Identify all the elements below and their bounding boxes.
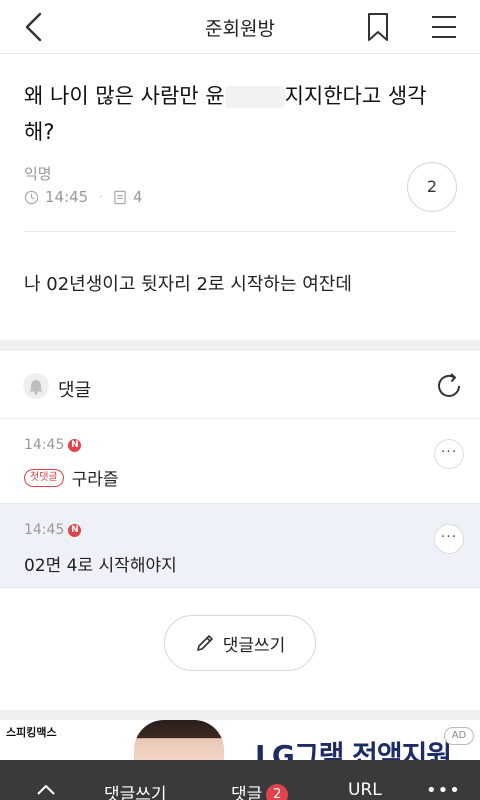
post-meta: 14:45 · 4 xyxy=(24,188,143,206)
comment-text: 02면 4로 시작해야지 xyxy=(24,556,177,576)
post-title-part1: 왜 나이 많은 사람만 윤 xyxy=(24,84,225,108)
first-comment-badge: 첫댓글 xyxy=(24,468,64,487)
more-options-button[interactable]: ··· xyxy=(434,439,464,469)
ad-brand: 스피킹맥스 xyxy=(6,726,57,739)
comment-item: 14:45 N 02면 4로 시작해야지 ··· xyxy=(0,504,480,588)
clock-icon xyxy=(24,190,39,204)
post-view-count: 4 xyxy=(133,188,143,206)
comment-time: 14:45 xyxy=(24,437,65,453)
comment-time-row: 14:45 N xyxy=(24,437,82,453)
ad-headline: LG그램 전액지원 xyxy=(255,739,452,760)
ad-label[interactable]: AD xyxy=(444,727,474,745)
comment-time: 14:45 xyxy=(24,522,65,538)
bookmark-icon[interactable] xyxy=(364,12,392,42)
bell-icon[interactable] xyxy=(23,373,49,399)
comment-time-row: 14:45 N xyxy=(24,522,82,538)
section-divider xyxy=(0,340,480,351)
bottom-comments-button[interactable]: 댓글 2 xyxy=(231,780,289,800)
bottom-url-button[interactable]: URL xyxy=(348,780,382,800)
new-badge: N xyxy=(68,523,82,537)
redacted-area xyxy=(224,86,285,108)
section-divider xyxy=(0,710,480,720)
write-comment-button[interactable]: 댓글쓰기 xyxy=(164,615,316,671)
document-icon xyxy=(114,190,126,204)
page-title: 준회원방 xyxy=(205,18,275,40)
ad-model-image xyxy=(134,720,224,760)
divider xyxy=(24,231,456,232)
comment-item: 14:45 N 첫댓글 구라즐 ··· xyxy=(0,419,480,504)
post-author: 익명 xyxy=(24,165,52,183)
meta-separator: · xyxy=(98,188,104,206)
post-title: 왜 나이 많은 사람만 윤 지지한다고 생각해? xyxy=(24,78,454,150)
bottom-comments-label: 댓글 xyxy=(231,785,263,800)
comments-label: 댓글 xyxy=(58,380,92,401)
ad-banner[interactable]: 스피킹맥스 LG그램 전액지원 AD xyxy=(0,720,480,760)
comments-header: 댓글 xyxy=(0,351,480,419)
comment-content: 첫댓글 구라즐 xyxy=(24,465,119,490)
comment-text: 구라즐 xyxy=(71,470,119,490)
bottom-toolbar: 댓글쓰기 댓글 2 URL ••• xyxy=(0,760,480,800)
post-body: 나 02년생이고 뒷자리 2로 시작하는 여잔데 xyxy=(24,274,352,295)
bottom-write-button[interactable]: 댓글쓰기 xyxy=(104,780,167,800)
bottom-more-button[interactable]: ••• xyxy=(426,780,461,800)
pencil-icon xyxy=(196,635,213,651)
comment-count-button[interactable]: 2 xyxy=(407,162,457,212)
write-comment-label: 댓글쓰기 xyxy=(222,635,286,656)
post-time: 14:45 xyxy=(45,188,89,206)
top-bar: 준회원방 xyxy=(0,0,480,54)
bottom-comments-count: 2 xyxy=(266,784,289,800)
hamburger-menu-icon[interactable] xyxy=(430,14,458,40)
new-badge: N xyxy=(68,438,82,452)
refresh-icon[interactable] xyxy=(434,371,464,401)
more-options-button[interactable]: ··· xyxy=(434,524,464,554)
scroll-top-icon[interactable] xyxy=(36,782,56,796)
comment-content: 02면 4로 시작해야지 xyxy=(24,551,177,576)
